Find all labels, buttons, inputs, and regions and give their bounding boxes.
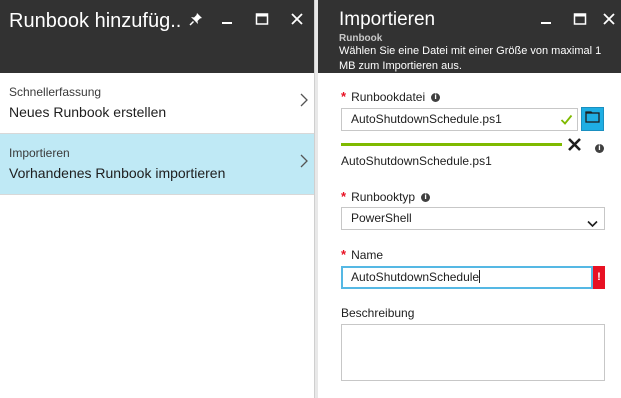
file-path-value: AutoShutdownSchedule.ps1 [351,112,502,126]
runbook-type-label: * Runbooktyp i [341,189,431,204]
name-value: AutoShutdownSchedule [351,270,480,284]
add-runbook-blade: Runbook hinzufüg... Schnellerfassung Neu… [0,0,314,398]
import-option[interactable]: Importieren Vorhandenes Runbook importie… [0,134,314,195]
option-sublabel: Importieren [9,146,70,160]
name-input[interactable]: AutoShutdownSchedule [341,266,593,289]
upload-progress-bar [341,143,562,146]
uploaded-file-name: AutoShutdownSchedule.ps1 [341,154,492,168]
option-label: Vorhandenes Runbook importieren [9,165,226,181]
runbook-type-select[interactable]: PowerShell [341,207,605,230]
description-label: Beschreibung [341,306,414,320]
folder-icon [585,110,600,128]
info-icon[interactable]: i [421,192,431,202]
validation-error-flag: ! [593,266,605,289]
description-textarea[interactable] [341,324,605,381]
pin-icon[interactable] [185,8,207,30]
blade-description: Wählen Sie eine Datei mit einer Größe vo… [339,45,602,72]
quick-create-option[interactable]: Schnellerfassung Neues Runbook erstellen [0,73,314,134]
close-icon[interactable] [286,8,308,30]
checkmark-icon [560,112,573,130]
minimize-icon[interactable] [216,8,238,30]
option-sublabel: Schnellerfassung [9,85,102,99]
required-marker: * [341,247,347,262]
close-icon[interactable] [598,8,620,30]
field-label-text: Beschreibung [341,306,415,320]
blade-subtitle: Runbook [339,33,383,44]
blade-title: Importieren [339,9,436,30]
option-label: Neues Runbook erstellen [9,104,167,120]
required-marker: * [341,89,347,104]
chevron-right-icon [300,93,308,112]
maximize-icon[interactable] [251,8,273,30]
import-header: Importieren Runbook Wählen Sie eine Date… [318,0,621,73]
browse-file-button[interactable] [581,107,604,131]
cancel-x-icon[interactable] [567,137,582,157]
runbook-file-label: * Runbookdatei i [341,89,441,104]
maximize-icon[interactable] [569,8,591,30]
blade-title: Runbook hinzufüg... [9,10,181,32]
import-blade: Importieren Runbook Wählen Sie eine Date… [318,0,621,398]
chevron-down-icon [587,214,598,229]
name-label: * Name [341,247,384,263]
text-caret [479,270,481,283]
chevron-right-icon [300,154,308,173]
runbook-file-input[interactable]: AutoShutdownSchedule.ps1 [341,108,578,131]
field-label-text: Runbookdatei [351,90,426,104]
option-list: Schnellerfassung Neues Runbook erstellen… [0,73,314,195]
required-marker: * [341,189,347,204]
upload-progress-fill [341,143,562,146]
info-icon[interactable]: i [595,144,604,153]
selected-value: PowerShell [351,211,412,225]
field-label-text: Name [351,248,384,262]
add-runbook-header: Runbook hinzufüg... [0,0,314,73]
field-label-text: Runbooktyp [351,190,416,204]
minimize-icon[interactable] [535,8,557,30]
info-icon[interactable]: i [431,92,441,102]
